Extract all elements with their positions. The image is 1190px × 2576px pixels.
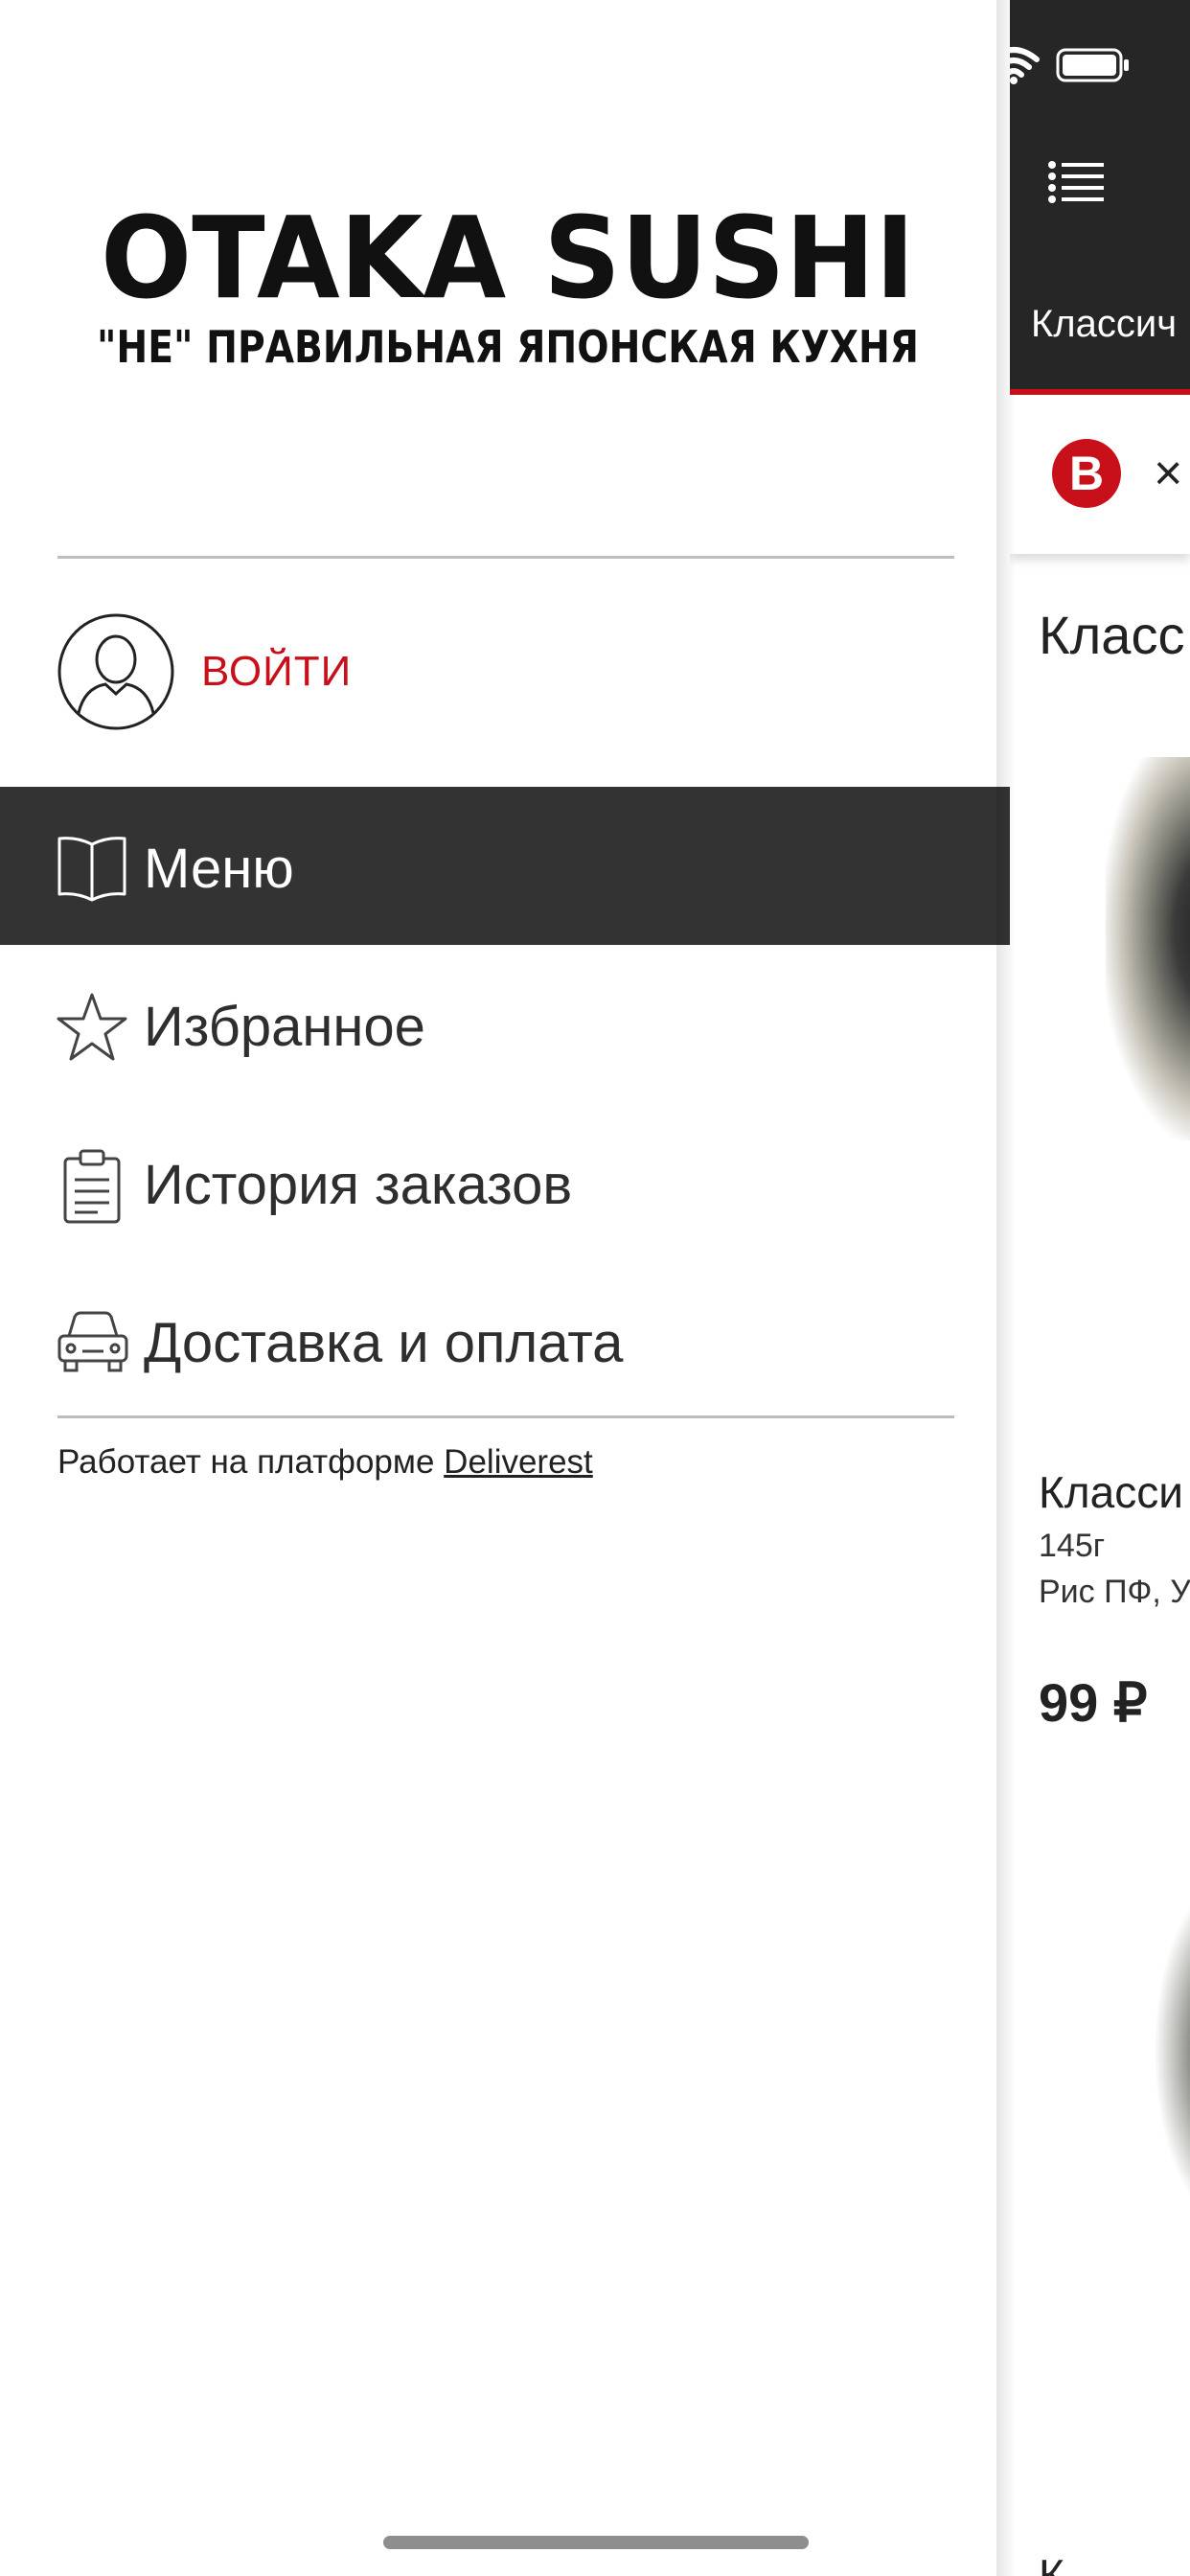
car-icon: [57, 1311, 128, 1372]
status-bar: [1010, 38, 1190, 86]
divider: [57, 1415, 954, 1418]
svg-text:"НЕ" ПРАВИЛЬНАЯ ЯПОНСКАЯ КУХНЯ: "НЕ" ПРАВИЛЬНАЯ ЯПОНСКАЯ КУХНЯ: [97, 321, 919, 373]
powered-by: Работает на платформе Deliverest: [57, 1443, 593, 1482]
home-indicator[interactable]: [383, 2536, 809, 2549]
sidebar-item-label: История заказов: [144, 1154, 573, 1216]
section-title: Класс: [1039, 605, 1185, 665]
product-image[interactable]: [1106, 757, 1190, 1140]
product-price: 99 ₽: [1039, 1672, 1148, 1733]
drawer-shadow: [996, 0, 1016, 2576]
powered-by-text: Работает на платформе: [57, 1443, 435, 1481]
product-weight: 145г: [1039, 1528, 1106, 1564]
book-icon: [57, 837, 126, 902]
deliverest-link[interactable]: Deliverest: [444, 1443, 593, 1481]
product-name[interactable]: К: [1039, 2549, 1064, 2576]
login-row[interactable]: ВОЙТИ: [57, 613, 954, 730]
sidebar-item-delivery[interactable]: Доставка и оплата: [0, 1261, 1010, 1419]
login-button[interactable]: ВОЙТИ: [201, 648, 352, 696]
user-avatar-icon[interactable]: [57, 613, 174, 730]
logo: OTAKA SUSHI "НЕ" ПРАВИЛЬНАЯ ЯПОНСКАЯ КУХ…: [97, 201, 919, 373]
filter-bar: B ×: [1010, 395, 1190, 554]
product-name[interactable]: Класси: [1039, 1466, 1183, 1518]
sidebar-item-label: Меню: [144, 838, 294, 900]
product-image[interactable]: [1154, 1878, 1190, 2223]
filter-badge[interactable]: B: [1052, 439, 1121, 508]
main-screen: Классич B × Класс Класси 145г Рис ПФ, У …: [1010, 0, 1190, 2576]
tab-category[interactable]: Классич: [1031, 303, 1190, 346]
sidebar-item-order-history[interactable]: История заказов: [0, 1103, 1010, 1261]
navigation-drawer: OTAKA SUSHI "НЕ" ПРАВИЛЬНАЯ ЯПОНСКАЯ КУХ…: [0, 0, 1010, 2576]
list-icon[interactable]: [1048, 161, 1104, 203]
divider: [57, 556, 954, 559]
sidebar-item-label: Избранное: [144, 996, 425, 1058]
close-icon[interactable]: ×: [1154, 445, 1182, 502]
svg-text:OTAKA SUSHI: OTAKA SUSHI: [101, 201, 915, 324]
sidebar-item-favorites[interactable]: Избранное: [0, 945, 1010, 1103]
sidebar-item-menu[interactable]: Меню: [0, 787, 1010, 945]
battery-icon: [1056, 48, 1129, 82]
star-icon: [57, 993, 127, 1061]
main-header: Классич: [1010, 0, 1190, 395]
sidebar-item-label: Доставка и оплата: [144, 1312, 624, 1374]
product-description: Рис ПФ, У: [1039, 1574, 1190, 1610]
clipboard-icon: [63, 1149, 121, 1224]
